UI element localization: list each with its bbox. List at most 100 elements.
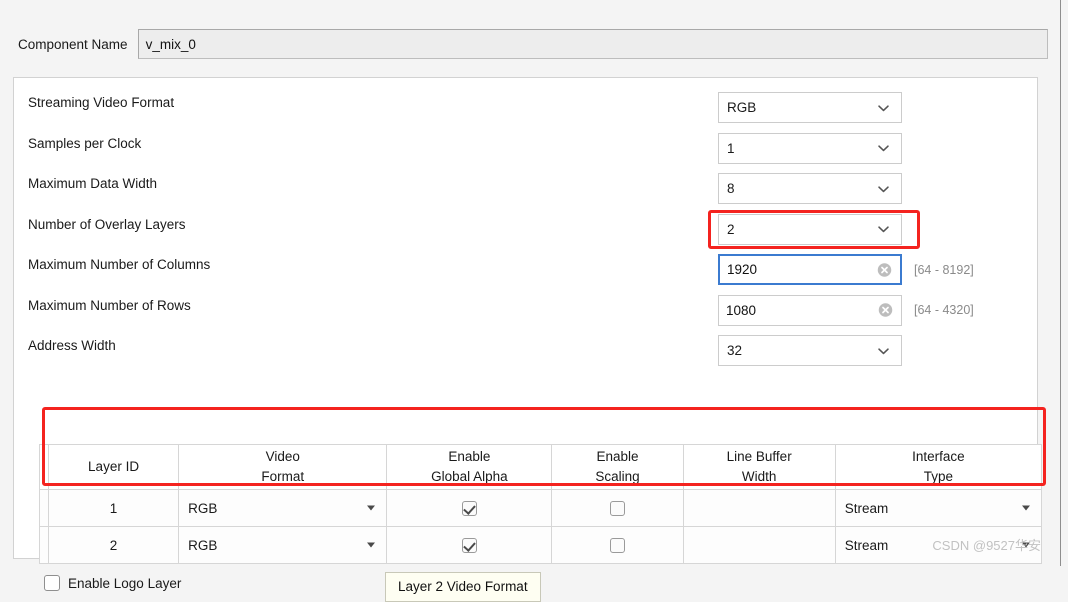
- table-header-video-format: Video Format: [178, 444, 388, 490]
- enable-scaling-checkbox[interactable]: [610, 538, 626, 554]
- combobox-address-width[interactable]: 32: [718, 335, 902, 366]
- enable-global-alpha-checkbox[interactable]: [461, 538, 477, 554]
- chevron-down-icon[interactable]: [367, 505, 376, 511]
- table-header-enable-scaling: Enable Scaling: [551, 444, 684, 490]
- component-name-label: Component Name: [18, 36, 128, 52]
- cell-enable-scaling[interactable]: [551, 526, 684, 564]
- option-row-maximum-number-of-rows: Maximum Number of Rows 1080 [64 - 4320]: [14, 294, 1037, 326]
- option-row-maximum-data-width: Maximum Data Width 8: [14, 173, 1037, 204]
- configuration-panel: Streaming Video Format RGB Samples per Clo…: [13, 77, 1046, 602]
- enable-global-alpha-checkbox[interactable]: [461, 501, 477, 517]
- textfield-maximum-number-of-rows[interactable]: 1080: [718, 294, 902, 326]
- combobox-value-samples-per-clock: 1: [727, 140, 735, 156]
- option-control-number-of-overlay-layers: 2: [718, 213, 902, 245]
- tooltip-popup: Layer 2 Video Format: [385, 572, 541, 602]
- header-line-1: Video: [265, 449, 300, 465]
- component-name-value: v_mix_0: [145, 36, 196, 52]
- cell-enable-global-alpha[interactable]: [386, 526, 553, 564]
- option-label-maximum-number-of-rows: Maximum Number of Rows: [28, 297, 191, 313]
- combobox-interface-type: Stream: [836, 490, 1041, 526]
- component-name-input[interactable]: v_mix_0: [137, 29, 1048, 59]
- option-control-address-width: 32: [718, 335, 902, 366]
- cell-layer-id: 2: [47, 526, 180, 564]
- range-hint-maximum-number-of-rows: [64 - 4320]: [914, 303, 974, 317]
- option-control-maximum-data-width: 8: [718, 173, 902, 204]
- chevron-down-icon[interactable]: [877, 223, 890, 236]
- interface-type-value: Stream: [844, 500, 889, 516]
- table-header-spacer: [39, 444, 49, 490]
- watermark: CSDN @9527华安: [932, 538, 1041, 553]
- combobox-value-maximum-data-width: 8: [727, 181, 735, 196]
- header-line-2: Global Alpha: [431, 469, 508, 484]
- chevron-down-icon[interactable]: [877, 101, 890, 114]
- row-spacer-cell: [39, 526, 49, 564]
- option-label-maximum-data-width: Maximum Data Width: [28, 176, 158, 191]
- table-header-line-buffer-width: Line Buffer Width: [682, 444, 836, 490]
- combobox-streaming-video-format[interactable]: RGB: [718, 92, 902, 123]
- cell-enable-scaling[interactable]: [551, 489, 684, 527]
- cell-layer-id: 1: [47, 489, 180, 527]
- textfield-value-maximum-number-of-rows: 1080: [726, 302, 757, 318]
- option-label-maximum-number-of-columns: Maximum Number of Columns: [28, 257, 211, 272]
- range-hint-maximum-number-of-columns: [64 - 8192]: [914, 262, 974, 277]
- cell-line-buffer-width[interactable]: [682, 526, 836, 564]
- video-format-value: RGB: [188, 500, 218, 516]
- header-line-2: Scaling: [595, 469, 640, 484]
- header-line-1: Layer ID: [88, 459, 140, 475]
- combobox-value-address-width: 32: [727, 343, 743, 358]
- header-line-2: Format: [261, 469, 305, 484]
- option-label-samples-per-clock: Samples per Clock: [28, 135, 142, 151]
- row-spacer-cell: [39, 489, 49, 527]
- cell-video-format[interactable]: RGB: [178, 526, 388, 564]
- table-header-enable-global-alpha: Enable Global Alpha: [386, 444, 553, 490]
- right-panel-divider: [1060, 0, 1061, 566]
- chevron-down-icon[interactable]: [367, 542, 376, 548]
- chevron-down-icon[interactable]: [1022, 505, 1030, 511]
- table-body: 1 RGB Stream 2 RGB Stream: [39, 489, 1043, 564]
- layer-config-table: Layer ID Video Format Enable Global Alph…: [39, 444, 1043, 564]
- table-row: 1 RGB Stream: [39, 489, 1043, 527]
- cell-line-buffer-width[interactable]: [682, 489, 836, 527]
- video-format-value: RGB: [188, 537, 218, 553]
- enable-logo-layer-row[interactable]: Enable Logo Layer: [44, 575, 181, 591]
- header-line-2: Type: [923, 469, 954, 484]
- header-line-1: Interface: [912, 449, 965, 465]
- table-header-row: Layer ID Video Format Enable Global Alph…: [39, 444, 1043, 490]
- cell-enable-global-alpha[interactable]: [386, 489, 553, 527]
- combobox-video-format: RGB: [179, 490, 386, 526]
- option-row-number-of-overlay-layers: Number of Overlay Layers 2: [14, 213, 1037, 245]
- table-header-layer-id: Layer ID: [47, 444, 180, 490]
- header-line-2: Width: [741, 469, 777, 484]
- combobox-maximum-data-width[interactable]: 8: [718, 173, 902, 204]
- chevron-down-icon[interactable]: [877, 182, 890, 195]
- option-control-maximum-number-of-columns: 1920 [64 - 8192]: [718, 254, 974, 285]
- textfield-maximum-number-of-columns[interactable]: 1920: [718, 254, 902, 285]
- enable-scaling-checkbox[interactable]: [610, 501, 626, 517]
- combobox-value-streaming-video-format: RGB: [727, 100, 757, 115]
- option-control-streaming-video-format: RGB: [718, 92, 902, 123]
- chevron-down-icon[interactable]: [877, 344, 890, 357]
- option-row-samples-per-clock: Samples per Clock 1: [14, 132, 1037, 164]
- textfield-value-maximum-number-of-columns: 1920: [727, 262, 758, 277]
- option-row-streaming-video-format: Streaming Video Format RGB: [14, 92, 1037, 123]
- interface-type-value: Stream: [844, 537, 889, 553]
- clear-circle-icon[interactable]: [878, 303, 893, 318]
- option-control-maximum-number-of-rows: 1080 [64 - 4320]: [718, 294, 974, 326]
- component-name-row: Component Name v_mix_0: [0, 28, 1048, 60]
- header-line-1: Enable: [596, 449, 639, 465]
- combobox-samples-per-clock[interactable]: 1: [718, 132, 902, 164]
- tooltip-text: Layer 2 Video Format: [398, 579, 528, 594]
- cell-interface-type[interactable]: Stream: [834, 489, 1043, 527]
- combobox-video-format: RGB: [179, 527, 386, 563]
- option-row-maximum-number-of-columns: Maximum Number of Columns 1920 [64 - 8192]: [14, 254, 1037, 285]
- combobox-value-number-of-overlay-layers: 2: [727, 221, 735, 237]
- cell-video-format[interactable]: RGB: [178, 489, 388, 527]
- chevron-down-icon[interactable]: [877, 142, 890, 155]
- option-label-number-of-overlay-layers: Number of Overlay Layers: [28, 216, 186, 232]
- combobox-number-of-overlay-layers[interactable]: 2: [718, 213, 902, 245]
- enable-logo-layer-label: Enable Logo Layer: [68, 575, 182, 591]
- header-line-1: Enable: [448, 449, 491, 465]
- clear-circle-icon[interactable]: [877, 262, 892, 277]
- option-control-samples-per-clock: 1: [718, 132, 902, 164]
- enable-logo-layer-checkbox[interactable]: [44, 575, 60, 591]
